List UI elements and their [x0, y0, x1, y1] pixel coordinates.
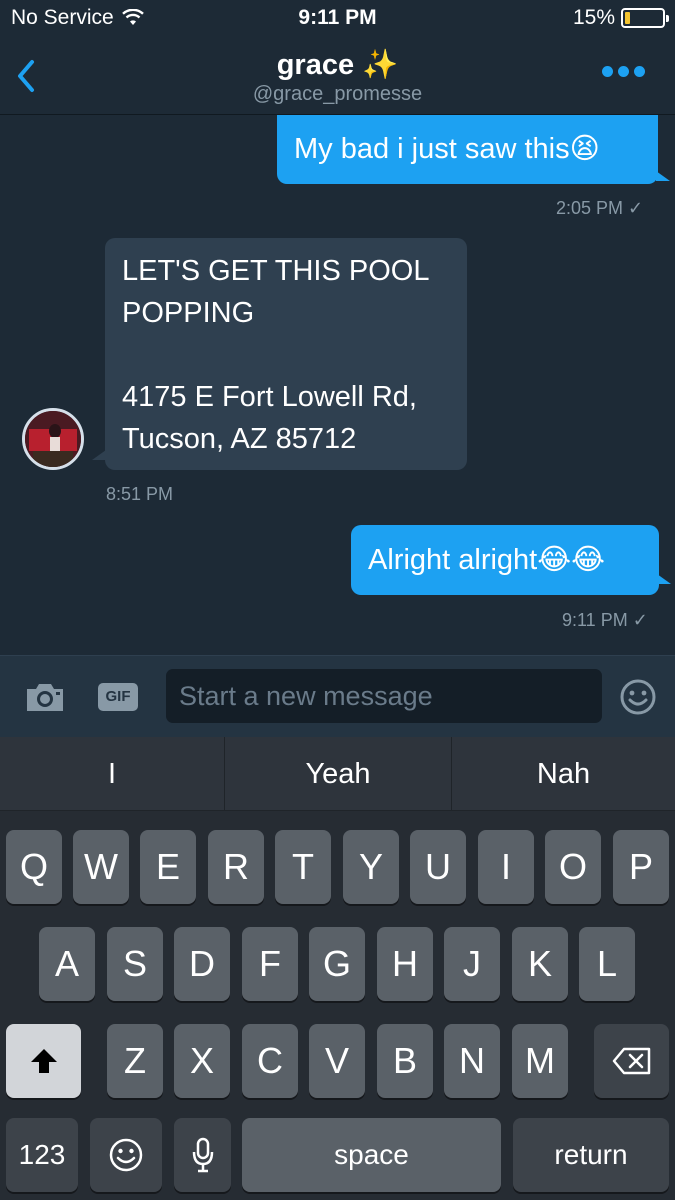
suggestion-item[interactable]: Nah — [452, 737, 675, 811]
space-key[interactable]: space — [242, 1118, 501, 1192]
key-p[interactable]: P — [613, 830, 669, 904]
camera-icon — [27, 684, 63, 711]
message-bubble-outgoing[interactable]: My bad i just saw this😫 — [277, 115, 658, 184]
key-f[interactable]: F — [242, 927, 298, 1001]
key-q[interactable]: Q — [6, 830, 62, 904]
conversation-title[interactable]: grace ✨ — [0, 48, 675, 82]
backspace-key[interactable] — [594, 1024, 669, 1098]
bubble-tail — [92, 450, 106, 460]
message-timestamp: 8:51 PM — [106, 484, 174, 504]
key-m[interactable]: M — [512, 1024, 568, 1098]
more-options-button[interactable] — [602, 66, 645, 77]
key-y[interactable]: Y — [343, 830, 399, 904]
numbers-key[interactable]: 123 — [6, 1118, 78, 1192]
more-dots-icon — [618, 66, 629, 77]
shift-icon — [30, 1049, 57, 1073]
key-n[interactable]: N — [444, 1024, 500, 1098]
message-timestamp: 9:11 PM ✓ — [562, 610, 648, 630]
more-dots-icon — [634, 66, 645, 77]
key-x[interactable]: X — [174, 1024, 230, 1098]
key-u[interactable]: U — [410, 830, 466, 904]
key-t[interactable]: T — [275, 830, 331, 904]
key-d[interactable]: D — [174, 927, 230, 1001]
conversation-handle: @grace_promesse — [252, 83, 423, 105]
battery-icon — [621, 8, 669, 28]
key-b[interactable]: B — [377, 1024, 433, 1098]
key-o[interactable]: O — [545, 830, 601, 904]
key-l[interactable]: L — [579, 927, 635, 1001]
bubble-tail — [656, 171, 670, 181]
emoji-icon — [620, 679, 656, 715]
suggestion-item[interactable]: Yeah — [225, 737, 451, 811]
battery-percent: 15% — [572, 6, 615, 29]
keyboard: I Yeah Nah Q W E R T Y U I O P A S D F G… — [0, 737, 675, 1200]
shift-key[interactable] — [6, 1024, 81, 1098]
return-key[interactable]: return — [513, 1118, 669, 1192]
message-timestamp: 2:05 PM ✓ — [556, 198, 644, 218]
message-bubble-outgoing[interactable]: Alright alright😂😂 — [351, 525, 659, 595]
battery-fill — [625, 12, 630, 24]
key-z[interactable]: Z — [107, 1024, 163, 1098]
message-composer: GIF — [0, 655, 675, 737]
emoji-icon — [109, 1138, 143, 1172]
backspace-icon — [612, 1047, 650, 1075]
suggestion-item[interactable]: I — [0, 737, 224, 811]
key-c[interactable]: C — [242, 1024, 298, 1098]
key-e[interactable]: E — [140, 830, 196, 904]
bubble-tail — [657, 574, 671, 584]
dictation-key[interactable] — [174, 1118, 231, 1192]
avatar[interactable] — [22, 408, 84, 470]
conversation-header: grace ✨ @grace_promesse — [0, 38, 675, 115]
key-w[interactable]: W — [73, 830, 129, 904]
status-right: 15% — [572, 6, 669, 30]
more-dots-icon — [602, 66, 613, 77]
key-a[interactable]: A — [39, 927, 95, 1001]
suggestion-bar: I Yeah Nah — [0, 737, 675, 811]
avatar-image — [25, 411, 81, 467]
key-k[interactable]: K — [512, 927, 568, 1001]
camera-button[interactable] — [24, 680, 66, 714]
microphone-icon — [192, 1137, 213, 1173]
emoji-button[interactable] — [619, 678, 657, 716]
key-g[interactable]: G — [309, 927, 365, 1001]
key-j[interactable]: J — [444, 927, 500, 1001]
gif-button[interactable]: GIF — [98, 683, 138, 711]
key-h[interactable]: H — [377, 927, 433, 1001]
message-bubble-incoming[interactable]: LET'S GET THIS POOL POPPING 4175 E Fort … — [105, 238, 467, 470]
message-input[interactable] — [166, 669, 602, 723]
key-i[interactable]: I — [478, 830, 534, 904]
key-v[interactable]: V — [309, 1024, 365, 1098]
key-s[interactable]: S — [107, 927, 163, 1001]
key-r[interactable]: R — [208, 830, 264, 904]
emoji-key[interactable] — [90, 1118, 162, 1192]
status-bar: No Service 9:11 PM 15% — [0, 0, 675, 38]
